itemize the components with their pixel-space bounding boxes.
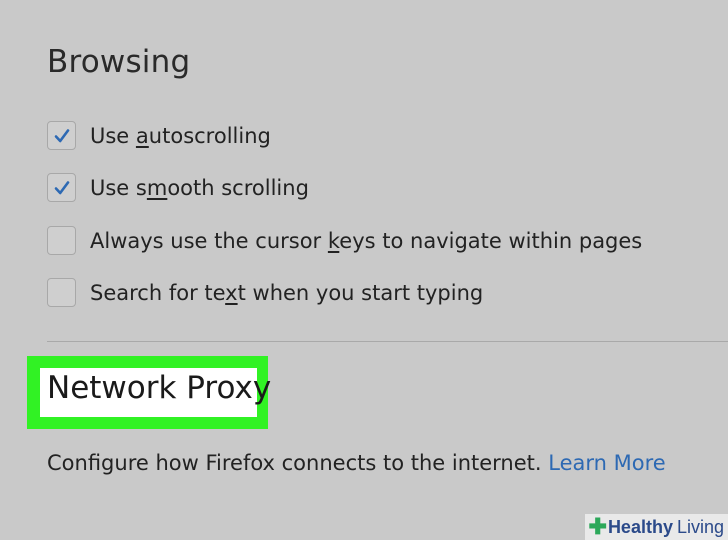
learn-more-link[interactable]: Learn More: [548, 451, 665, 475]
checkmark-icon: [54, 128, 69, 142]
plus-logo-icon: ✚: [588, 514, 607, 539]
search-typing-label: Search for text when you start typing: [90, 280, 484, 305]
autoscrolling-label: Use autoscrolling: [90, 123, 271, 148]
watermark-brand-regular: Living: [676, 516, 724, 537]
cursor-keys-checkbox[interactable]: [47, 226, 76, 255]
smooth-scrolling-checkbox[interactable]: [47, 173, 76, 202]
option-cursor-keys[interactable]: Always use the cursor keys to navigate w…: [47, 225, 642, 256]
checkmark-icon: [54, 180, 69, 194]
option-autoscrolling[interactable]: Use autoscrolling: [47, 120, 271, 151]
browsing-title: Browsing: [47, 44, 191, 80]
option-smooth-scrolling[interactable]: Use smooth scrolling: [47, 172, 309, 203]
smooth-scrolling-label: Use smooth scrolling: [90, 175, 309, 200]
network-proxy-title: Network Proxy: [47, 370, 272, 406]
watermark-brand-bold: Healthy: [607, 516, 673, 537]
autoscrolling-checkbox[interactable]: [47, 121, 76, 150]
description-text: Configure how Firefox connects to the in…: [47, 451, 542, 475]
network-proxy-description: Configure how Firefox connects to the in…: [47, 451, 666, 475]
search-typing-checkbox[interactable]: [47, 278, 76, 307]
cursor-keys-label: Always use the cursor keys to navigate w…: [90, 228, 643, 253]
option-search-typing[interactable]: Search for text when you start typing: [47, 277, 483, 308]
watermark-logo: ✚ Healthy Living: [584, 514, 728, 540]
section-divider: [47, 341, 728, 342]
